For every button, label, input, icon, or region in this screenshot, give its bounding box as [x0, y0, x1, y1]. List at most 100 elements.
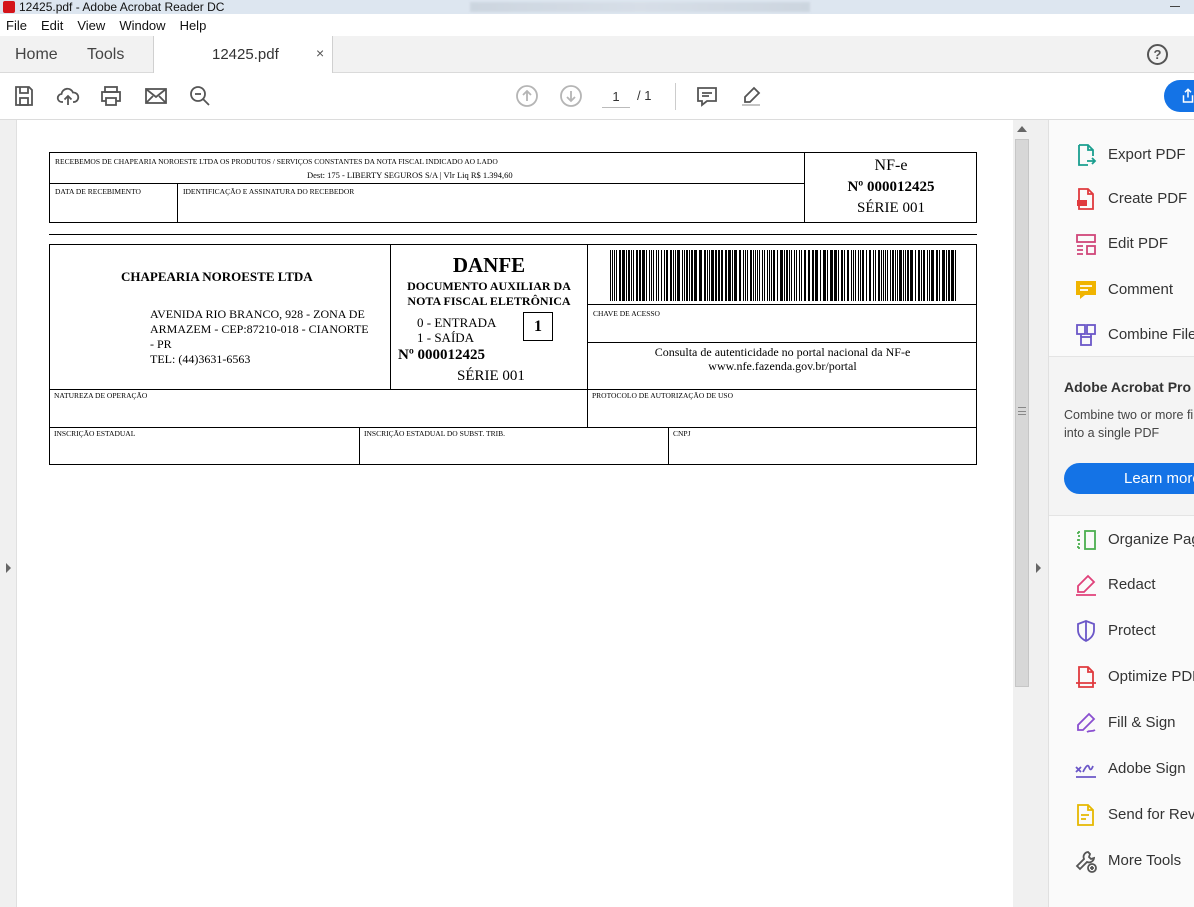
barcode-bar: [799, 250, 800, 301]
barcode-bar: [927, 250, 928, 301]
combine-files-icon: [1076, 324, 1096, 346]
tool-label: Comment: [1108, 281, 1174, 298]
tool-fill-sign[interactable]: Fill & Sign: [1049, 703, 1194, 743]
barcode-bar: [684, 250, 685, 301]
barcode-bar: [764, 250, 765, 301]
left-panel-toggle[interactable]: [0, 120, 17, 907]
tab-tools[interactable]: Tools: [87, 36, 124, 73]
comment-toolbar-icon[interactable]: [695, 84, 719, 108]
barcode-bar: [936, 250, 938, 301]
barcode-bar: [873, 250, 874, 301]
document-view[interactable]: RECEBEMOS DE CHAPEARIA NOROESTE LTDA OS …: [17, 120, 1013, 907]
reg-divider-v2: [668, 427, 669, 465]
tool-edit-pdf[interactable]: Edit PDF: [1049, 224, 1194, 264]
date-received-label: DATA DE RECEBIMENTO: [55, 187, 141, 196]
barcode-bar: [704, 250, 706, 301]
promo-title: Adobe Acrobat Pro DC: [1064, 379, 1194, 395]
barcode-bar: [651, 250, 652, 301]
menu-file[interactable]: File: [0, 18, 35, 33]
page-number-input[interactable]: [602, 86, 630, 108]
menu-help[interactable]: Help: [174, 18, 215, 33]
window-title: 12425.pdf - Adobe Acrobat Reader DC: [19, 0, 225, 14]
next-page-icon[interactable]: [559, 84, 583, 108]
barcode-bar: [866, 250, 867, 301]
right-panel-toggle[interactable]: [1031, 120, 1049, 907]
barcode-bar: [616, 250, 617, 301]
barcode-bar: [892, 250, 894, 301]
state-registration-subst-label: INSCRIÇÃO ESTADUAL DO SUBST. TRIB.: [364, 429, 505, 438]
optimize-pdf-icon: [1076, 666, 1096, 688]
collapse-right-panel-icon[interactable]: [1036, 563, 1041, 573]
barcode-bar: [878, 250, 880, 301]
tab-bar: Home Tools 12425.pdf × ?: [0, 36, 1194, 73]
menu-edit[interactable]: Edit: [35, 18, 71, 33]
barcode-bar: [718, 250, 720, 301]
learn-more-button[interactable]: Learn more: [1064, 463, 1194, 494]
tool-label: Create PDF: [1108, 190, 1188, 207]
receipt-text: RECEBEMOS DE CHAPEARIA NOROESTE LTDA OS …: [55, 157, 498, 166]
nature-divider: [49, 389, 977, 390]
tab-home[interactable]: Home: [15, 36, 58, 73]
barcode-bar: [887, 250, 888, 301]
promo-description: Combine two or more files into a single …: [1064, 408, 1194, 440]
email-icon[interactable]: [144, 84, 168, 108]
scroll-up-icon[interactable]: [1017, 126, 1027, 132]
upload-cloud-icon[interactable]: [56, 84, 80, 108]
tool-label: Fill & Sign: [1108, 714, 1176, 731]
tool-protect[interactable]: Protect: [1049, 611, 1194, 651]
vertical-scrollbar[interactable]: [1013, 120, 1031, 907]
tool-create-pdf[interactable]: Create PDF: [1049, 179, 1194, 219]
tool-label: Optimize PDF: [1108, 668, 1194, 685]
cut-line: [49, 234, 977, 235]
barcode-bar: [890, 250, 891, 301]
organize-pages-icon: [1077, 530, 1096, 550]
highlight-pen-icon[interactable]: [739, 84, 763, 108]
menu-window[interactable]: Window: [113, 18, 173, 33]
share-button[interactable]: [1164, 80, 1194, 112]
protect-icon: [1077, 620, 1095, 643]
barcode-bar: [820, 250, 821, 301]
barcode-image: [610, 250, 956, 301]
zoom-search-icon[interactable]: [188, 84, 212, 108]
nfe-series: SÉRIE 001: [857, 200, 925, 216]
menu-view[interactable]: View: [71, 18, 113, 33]
tool-adobe-sign[interactable]: Adobe Sign: [1049, 749, 1194, 789]
barcode-bar: [711, 250, 714, 301]
tool-comment[interactable]: Comment: [1049, 270, 1194, 310]
barcode-bar: [860, 250, 861, 301]
barcode-bar: [675, 250, 676, 301]
tool-export-pdf[interactable]: Export PDF: [1049, 135, 1194, 175]
blurred-title-area: [470, 2, 810, 12]
help-icon[interactable]: ?: [1147, 44, 1168, 65]
barcode-bar: [931, 250, 934, 301]
create-pdf-icon: [1077, 188, 1094, 210]
tool-organize-pages[interactable]: Organize Pages: [1049, 520, 1194, 560]
toolbar-divider: [675, 83, 676, 110]
receipt-divider-h: [49, 183, 804, 184]
tool-send-for-review[interactable]: Send for Review: [1049, 795, 1194, 835]
tool-optimize-pdf[interactable]: Optimize PDF: [1049, 657, 1194, 697]
company-address-1: AVENIDA RIO BRANCO, 928 - ZONA DE: [150, 307, 365, 321]
barcode-bar: [918, 250, 920, 301]
tab-document[interactable]: 12425.pdf ×: [153, 36, 333, 73]
edit-pdf-icon: [1076, 234, 1096, 255]
tool-combine-files[interactable]: Combine Files: [1049, 315, 1194, 355]
previous-page-icon[interactable]: [515, 84, 539, 108]
barcode-bar: [875, 250, 876, 301]
tool-label: Protect: [1108, 622, 1156, 639]
barcode-bar: [881, 250, 882, 301]
tool-more-tools[interactable]: More Tools: [1049, 841, 1194, 881]
tool-redact[interactable]: Redact: [1049, 565, 1194, 605]
expand-left-panel-icon[interactable]: [6, 563, 11, 573]
barcode-bar: [753, 250, 754, 301]
minimize-icon[interactable]: [1170, 6, 1180, 7]
print-icon[interactable]: [99, 84, 123, 108]
close-tab-icon[interactable]: ×: [316, 45, 324, 61]
barcode-divider: [587, 304, 977, 305]
tool-label: Organize Pages: [1108, 531, 1194, 548]
barcode-bar: [646, 250, 647, 301]
barcode-bar: [658, 250, 659, 301]
save-icon[interactable]: [12, 84, 36, 108]
company-name: CHAPEARIA NOROESTE LTDA: [121, 269, 313, 284]
danfe-series: SÉRIE 001: [457, 368, 525, 384]
